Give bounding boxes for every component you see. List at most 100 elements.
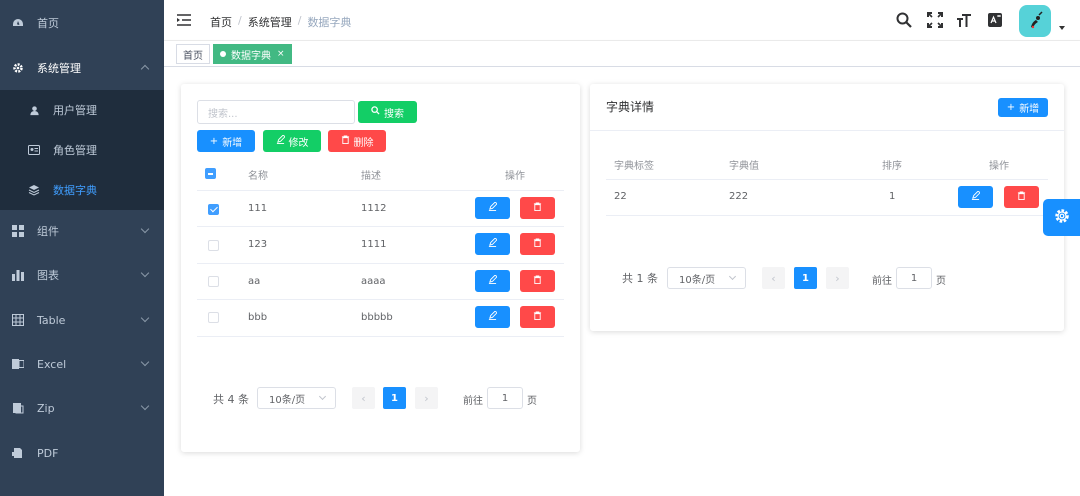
tag-home[interactable]: 首页: [176, 44, 210, 64]
trash-icon: [533, 238, 542, 250]
row-checkbox[interactable]: [208, 276, 219, 287]
page-suffix-label: 页: [936, 276, 946, 287]
tag-dictionary[interactable]: 数据字典 ×: [213, 44, 292, 64]
pagination-total: 共 4 条: [213, 393, 249, 406]
goto-label: 前往: [463, 396, 483, 407]
edit-icon: [488, 201, 498, 214]
row-delete-button[interactable]: [520, 306, 555, 328]
cell-sort: 1: [889, 191, 896, 202]
edit-icon: [488, 237, 498, 250]
hamburger-icon[interactable]: [177, 13, 191, 27]
sidebar-item-home[interactable]: 首页: [0, 1, 164, 45]
sidebar-item-system[interactable]: 系统管理: [0, 46, 164, 90]
row-checkbox[interactable]: [208, 240, 219, 251]
row-checkbox[interactable]: [208, 312, 219, 323]
cell-name: 111: [248, 203, 268, 214]
sidebar-item-components[interactable]: 组件: [0, 209, 164, 253]
chevron-up-icon: [140, 64, 150, 74]
sidebar-item-label: Table: [37, 313, 66, 327]
sidebar-item-excel[interactable]: Excel: [0, 342, 164, 386]
chevron-down-icon: [140, 357, 150, 367]
search-icon[interactable]: [896, 12, 912, 28]
detail-add-button[interactable]: + 新增: [998, 98, 1048, 117]
cell-desc: 1111: [361, 239, 387, 250]
goto-page-input[interactable]: 1: [896, 267, 932, 289]
goto-page-input[interactable]: 1: [487, 387, 523, 409]
row-checkbox[interactable]: [208, 204, 219, 215]
breadcrumb-system[interactable]: 系统管理: [248, 14, 292, 30]
button-label: 新增: [222, 137, 243, 149]
next-page-button[interactable]: ›: [826, 267, 849, 289]
close-icon[interactable]: ×: [277, 49, 285, 59]
translate-icon[interactable]: [987, 12, 1003, 28]
row-edit-button[interactable]: [958, 186, 993, 208]
goto-label: 前往: [872, 276, 892, 287]
row-delete-button[interactable]: [520, 233, 555, 255]
gear-icon: [1053, 207, 1071, 228]
chevron-down-icon: [140, 224, 150, 234]
active-dot-icon: [220, 51, 226, 57]
column-header-value: 字典值: [729, 161, 759, 172]
trash-icon: [533, 275, 542, 287]
row-edit-button[interactable]: [475, 306, 510, 328]
row-delete-button[interactable]: [520, 270, 555, 292]
edit-icon: [276, 134, 286, 147]
select-all-checkbox[interactable]: [205, 168, 216, 179]
sidebar-item-roles[interactable]: 角色管理: [0, 130, 164, 170]
row-delete-button[interactable]: [520, 197, 555, 219]
sidebar-item-label: 组件: [37, 225, 59, 238]
font-size-icon[interactable]: [956, 12, 972, 28]
cell-desc: bbbbb: [361, 312, 393, 323]
settings-drawer-button[interactable]: [1043, 199, 1080, 236]
sidebar-item-pdf[interactable]: PDF: [0, 431, 164, 475]
page-number-current[interactable]: 1: [794, 267, 817, 289]
layers-icon: [28, 184, 40, 196]
dictionary-card: 搜索... 搜索 + 新增 修改 删除 名称 描述 操作 111 1112 12…: [181, 84, 580, 452]
row-edit-button[interactable]: [475, 270, 510, 292]
breadcrumb: 首页 / 系统管理 / 数据字典: [210, 14, 352, 30]
breadcrumb-current: 数据字典: [307, 16, 352, 29]
prev-page-button[interactable]: ‹: [352, 387, 375, 409]
search-button[interactable]: 搜索: [358, 101, 417, 123]
tags-view: 首页 数据字典 ×: [164, 41, 1080, 67]
sidebar-item-label: 用户管理: [53, 104, 97, 117]
page-size-select[interactable]: 10条/页: [667, 267, 746, 289]
button-label: 新增: [1019, 104, 1040, 115]
prev-page-button[interactable]: ‹: [762, 267, 785, 289]
trash-icon: [341, 135, 350, 147]
detail-title: 字典详情: [606, 100, 655, 114]
row-edit-button[interactable]: [475, 197, 510, 219]
cell-name: bbb: [248, 312, 268, 323]
page-number-current[interactable]: 1: [383, 387, 406, 409]
edit-icon: [488, 310, 498, 323]
search-input[interactable]: 搜索...: [197, 100, 355, 124]
sidebar-item-users[interactable]: 用户管理: [0, 90, 164, 130]
page-suffix-label: 页: [527, 396, 537, 407]
gear-icon: [12, 62, 24, 74]
sidebar-item-label: Zip: [37, 401, 55, 415]
add-button[interactable]: + 新增: [197, 130, 255, 152]
row-edit-button[interactable]: [475, 233, 510, 255]
bar-chart-icon: [12, 269, 24, 281]
page-size-select[interactable]: 10条/页: [257, 387, 336, 409]
avatar[interactable]: [1019, 5, 1051, 37]
excel-icon: [12, 358, 24, 370]
edit-button[interactable]: 修改: [263, 130, 321, 152]
app-main: 搜索... 搜索 + 新增 修改 删除 名称 描述 操作 111 1112 12…: [164, 67, 1080, 496]
sidebar-item-charts[interactable]: 图表: [0, 253, 164, 297]
sidebar-item-table[interactable]: Table: [0, 298, 164, 342]
breadcrumb-home[interactable]: 首页: [210, 14, 232, 30]
cell-name: aa: [248, 276, 261, 287]
sidebar-item-label: 首页: [37, 17, 59, 30]
sidebar-item-zip[interactable]: Zip: [0, 386, 164, 430]
sidebar-item-dictionary[interactable]: 数据字典: [0, 170, 164, 210]
row-delete-button[interactable]: [1004, 186, 1039, 208]
column-header-name: 名称: [248, 171, 268, 182]
chevron-down-icon: [140, 401, 150, 411]
caret-down-icon[interactable]: [1059, 26, 1065, 30]
next-page-button[interactable]: ›: [415, 387, 438, 409]
delete-button[interactable]: 删除: [328, 130, 386, 152]
sidebar-item-label: 数据字典: [53, 184, 97, 197]
fullscreen-icon[interactable]: [927, 12, 943, 28]
sidebar-item-label: Excel: [37, 357, 67, 371]
